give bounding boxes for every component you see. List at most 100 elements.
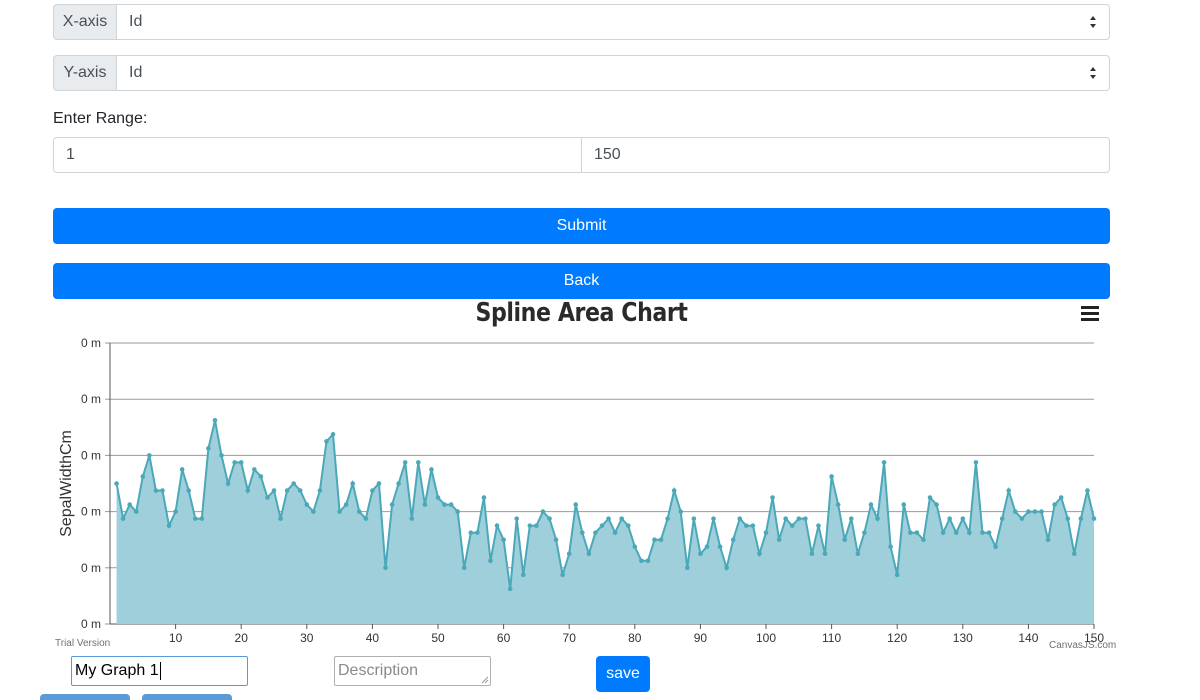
data-point [803, 516, 808, 521]
data-point [501, 537, 506, 542]
data-point [252, 467, 257, 472]
data-point [730, 537, 736, 542]
data-point [960, 516, 966, 521]
data-point [652, 537, 657, 542]
data-point [776, 537, 782, 542]
data-point [625, 523, 631, 528]
data-point [350, 481, 356, 486]
data-point [468, 530, 474, 535]
data-point [435, 495, 441, 500]
x-tick-label: 140 [1018, 631, 1038, 645]
data-point [527, 523, 533, 528]
range-from-input[interactable]: 1 [53, 137, 582, 173]
save-button[interactable]: save [596, 656, 650, 692]
data-point [855, 551, 861, 557]
data-point [120, 516, 126, 521]
data-point [921, 537, 926, 542]
data-point [297, 488, 303, 493]
range-label: Enter Range: [53, 110, 148, 127]
data-point [488, 558, 493, 564]
data-point [376, 481, 382, 486]
data-point [114, 481, 119, 486]
x-tick-label: 30 [300, 631, 314, 645]
data-point [744, 523, 749, 528]
back-button[interactable]: Back [53, 263, 1110, 299]
x-axis-group: X-axis Id [53, 4, 1110, 40]
chart-menu-icon[interactable] [1081, 306, 1099, 322]
description-textarea[interactable]: Description [334, 656, 491, 686]
data-point [206, 446, 211, 451]
range-to-input[interactable]: 150 [582, 137, 1110, 173]
data-point [947, 516, 952, 521]
data-point [1012, 509, 1018, 514]
data-point [133, 509, 139, 514]
y-axis-select[interactable]: Id [116, 55, 1110, 91]
graph-name-input[interactable]: My Graph 1 [71, 656, 248, 686]
data-point [711, 516, 716, 521]
data-point [927, 495, 933, 500]
y-tick-label: 0 m [81, 336, 101, 350]
data-point [967, 530, 972, 535]
data-point [789, 523, 795, 528]
data-point [429, 467, 434, 472]
y-tick-label: 0 m [81, 392, 101, 406]
x-tick-label: 60 [497, 631, 511, 645]
resize-handle-icon[interactable] [481, 676, 489, 684]
select-caret-icon [1090, 67, 1096, 79]
data-point [986, 530, 992, 535]
data-point [737, 516, 743, 521]
data-point [278, 516, 283, 521]
data-point [862, 530, 867, 535]
data-point [370, 488, 375, 493]
x-tick-label: 120 [887, 631, 907, 645]
data-point [265, 495, 270, 500]
data-point [1039, 509, 1044, 514]
data-point [494, 523, 500, 528]
data-point [953, 530, 959, 535]
data-point [901, 502, 907, 507]
data-point [999, 516, 1005, 521]
x-axis-select[interactable]: Id [116, 4, 1110, 40]
graph-name-value: My Graph 1 [75, 662, 159, 679]
data-point [311, 509, 316, 514]
bottom-button-right[interactable] [142, 694, 232, 700]
select-caret-icon [1090, 16, 1096, 28]
description-placeholder: Description [338, 662, 419, 679]
chart-title: Spline Area Chart [475, 298, 688, 328]
data-point [665, 516, 670, 521]
data-point [330, 432, 336, 437]
data-point [875, 516, 880, 521]
data-point [514, 516, 520, 521]
data-point [186, 488, 192, 493]
data-point [698, 551, 703, 557]
y-tick-label: 0 m [81, 561, 101, 575]
data-point [816, 523, 821, 528]
y-axis-value: Id [129, 64, 143, 81]
data-point [225, 481, 231, 486]
spline-area-chart: 0 m 0 m 0 m 0 m 0 m 0 m 10 20 30 40 50 60 70 80 90 100 1… [58, 336, 1104, 645]
data-point [1072, 551, 1077, 557]
data-point [1026, 509, 1031, 514]
data-point [507, 586, 513, 592]
data-point [1045, 537, 1051, 542]
data-point [717, 544, 723, 550]
data-point [658, 537, 664, 542]
submit-button[interactable]: Submit [53, 208, 1110, 244]
y-axis-group: Y-axis Id [53, 55, 1110, 91]
x-tick-label: 130 [953, 631, 973, 645]
canvasjs-credit-link[interactable]: CanvasJS.com [1049, 640, 1116, 651]
data-point [271, 488, 277, 493]
data-point [750, 523, 756, 528]
data-point [192, 516, 198, 521]
data-point [770, 495, 775, 500]
data-point [284, 488, 290, 493]
data-point [645, 558, 651, 564]
bottom-button-left[interactable] [40, 694, 130, 700]
range-row: 1 150 [53, 137, 1110, 173]
x-tick-label: 100 [756, 631, 776, 645]
data-point [881, 460, 887, 465]
data-point [980, 530, 985, 535]
data-point [599, 523, 605, 528]
data-point [553, 537, 559, 542]
data-point [1085, 488, 1090, 493]
